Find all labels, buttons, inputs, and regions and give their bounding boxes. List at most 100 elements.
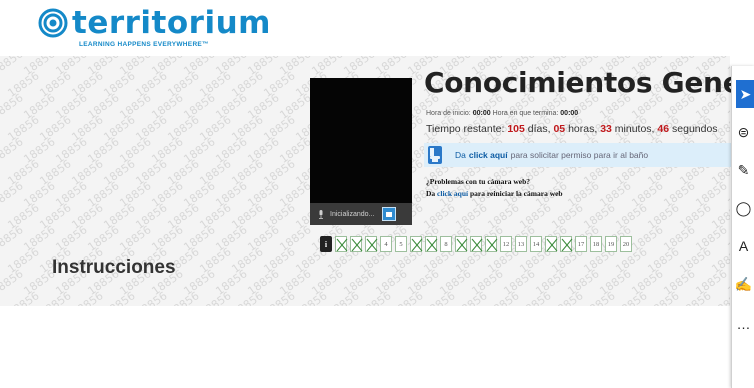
- lasso-icon[interactable]: ◯: [732, 194, 754, 222]
- remaining-seconds-label: segundos: [672, 123, 718, 135]
- watermark-text: 18856: [0, 223, 26, 254]
- time-remaining: Tiempo restante: 105 días, 05 horas, 33 …: [426, 123, 718, 135]
- bathroom-icon: [428, 146, 442, 164]
- watermark-text: 18856: [485, 289, 522, 306]
- watermark-text: 18856: [293, 289, 330, 306]
- question-page-10[interactable]: [470, 236, 483, 252]
- watermark-text: 18856: [325, 289, 362, 306]
- watermark-text: 18856: [725, 267, 730, 298]
- watermark-text: 18856: [0, 135, 26, 166]
- microphone-icon: [319, 209, 323, 219]
- watermark-text: 18856: [725, 223, 730, 254]
- question-page-9[interactable]: [455, 236, 468, 252]
- question-page-13[interactable]: 13: [515, 236, 527, 252]
- answered-x-icon: [486, 238, 498, 252]
- camera-settings-button[interactable]: [382, 207, 397, 221]
- watermark-text: 18856: [389, 289, 426, 306]
- ink-icon[interactable]: ✍: [732, 270, 754, 298]
- question-page-18[interactable]: 18: [590, 236, 602, 252]
- end-value: 00:00: [560, 110, 579, 117]
- question-page-15[interactable]: [545, 236, 558, 252]
- answered-x-icon: [426, 238, 438, 252]
- select-cursor-icon[interactable]: ➤: [736, 80, 754, 108]
- more-icon[interactable]: …: [732, 310, 754, 338]
- watermark-text: 18856: [725, 179, 730, 210]
- question-page-12[interactable]: 12: [500, 236, 512, 252]
- answered-x-icon: [546, 238, 558, 252]
- watermark-text: 18856: [133, 289, 170, 306]
- text-select-icon[interactable]: A: [732, 232, 754, 260]
- start-label: Hora de inicio:: [426, 110, 471, 117]
- answered-x-icon: [561, 238, 573, 252]
- question-page-16[interactable]: [560, 236, 573, 252]
- bathroom-request-bar: Da click aquí para solicitar permiso par…: [424, 143, 744, 167]
- page-number: 4: [384, 240, 388, 248]
- pen-icon[interactable]: ✎: [732, 156, 754, 184]
- question-page-7[interactable]: [425, 236, 438, 252]
- question-page-14[interactable]: 14: [530, 236, 542, 252]
- page-number: 17: [577, 240, 585, 248]
- watermark-text: 18856: [453, 289, 490, 306]
- remaining-days-label: días,: [527, 123, 551, 135]
- question-page-6[interactable]: [410, 236, 423, 252]
- camera-restart-link[interactable]: click aquí: [437, 189, 468, 198]
- camera-restart-prefix: Da: [426, 189, 436, 198]
- remaining-label: Tiempo restante:: [426, 123, 505, 135]
- camera-icon: [386, 211, 393, 217]
- webcam-video: [310, 78, 412, 203]
- watermark-text: 18856: [261, 289, 298, 306]
- page-number: 14: [532, 240, 540, 248]
- camera-problems: ¿Problemas con tu cámara web? Da click a…: [426, 176, 563, 200]
- question-page-20[interactable]: 20: [620, 236, 632, 252]
- answered-x-icon: [366, 238, 378, 252]
- remaining-hours: 05: [553, 123, 566, 135]
- watermark-text: 18856: [357, 289, 394, 306]
- question-page-1[interactable]: [335, 236, 348, 252]
- question-page-4[interactable]: 4: [380, 236, 392, 252]
- watermark-text: 18856: [677, 289, 714, 306]
- answered-x-icon: [336, 238, 348, 252]
- watermark-text: 18856: [69, 289, 106, 306]
- question-page-19[interactable]: 19: [605, 236, 617, 252]
- instructions-heading: Instrucciones: [52, 257, 176, 278]
- answered-x-icon: [411, 238, 423, 252]
- logo-tagline: LEARNING HAPPENS EVERYWHERE™: [79, 41, 209, 48]
- question-page-3[interactable]: [365, 236, 378, 252]
- question-page-11[interactable]: [485, 236, 498, 252]
- webcam-status-text: Inicializando...: [330, 210, 375, 218]
- territorium-logo: territorium: [38, 5, 271, 41]
- page-number: 5: [399, 240, 403, 248]
- question-page-2[interactable]: [350, 236, 363, 252]
- logo-text: territorium: [72, 5, 271, 41]
- bathroom-suffix: para solicitar permiso para ir al baño: [510, 150, 649, 160]
- answered-x-icon: [471, 238, 483, 252]
- question-page-5[interactable]: 5: [395, 236, 407, 252]
- watermark-text: 18856: [517, 289, 554, 306]
- camera-problems-title: ¿Problemas con tu cámara web?: [426, 177, 531, 186]
- webcam-status-bar: Inicializando...: [310, 203, 412, 225]
- page-number: 13: [517, 240, 525, 248]
- watermark-text: 18856: [0, 179, 26, 210]
- info-icon[interactable]: i: [320, 236, 332, 252]
- watermark-text: 18856: [549, 289, 586, 306]
- answered-x-icon: [351, 238, 363, 252]
- question-page-8[interactable]: 8: [440, 236, 452, 252]
- question-page-17[interactable]: 17: [575, 236, 587, 252]
- remaining-days: 105: [507, 123, 525, 135]
- bathroom-request-link[interactable]: click aquí: [469, 150, 508, 160]
- page-number: 8: [444, 240, 448, 248]
- text-lines-icon[interactable]: ⊜: [732, 118, 754, 146]
- remaining-minutes-label: minutos,: [614, 123, 655, 135]
- watermark-text: 18856: [197, 289, 234, 306]
- watermark-text: 18856: [101, 289, 138, 306]
- exam-times: Hora de inicio: 00:00 Hora en que termin…: [426, 110, 578, 117]
- watermark-text: 18856: [229, 289, 266, 306]
- question-pager: i 4 5 8 12 13 14 17 18 19 20: [320, 236, 632, 252]
- watermark-text: 18856: [645, 289, 682, 306]
- watermark-text: 18856: [421, 289, 458, 306]
- bathroom-prefix: Da: [455, 150, 466, 160]
- remaining-minutes: 33: [600, 123, 612, 135]
- watermark-text: 18856: [165, 289, 202, 306]
- camera-restart-suffix: para reiniciar la cámara web: [469, 189, 563, 198]
- start-value: 00:00: [472, 110, 491, 117]
